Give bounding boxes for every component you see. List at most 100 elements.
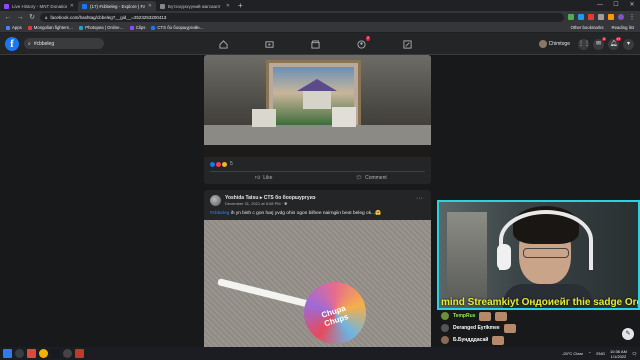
profile-icon[interactable] — [618, 14, 624, 20]
chrome-icon[interactable] — [39, 349, 48, 358]
close-window-icon[interactable]: ✕ — [624, 0, 640, 11]
menu-button[interactable]: ⋮⋮ — [578, 38, 590, 50]
post-actions: 👍︎ Like 💬︎ Comment — [210, 171, 425, 184]
comment-button[interactable]: 💬︎ Comment — [318, 175, 426, 181]
extension-icon[interactable] — [578, 14, 584, 20]
browser-tab[interactable]: Бүтээгдэхүүний жагсаалт ✕ — [156, 1, 234, 11]
chat-username: Deranged Eyrikmee — [453, 325, 500, 331]
bookmark-item[interactable]: Photopea | Online… — [79, 25, 124, 30]
profile-name: Chimtoge — [548, 41, 570, 47]
search-icon[interactable] — [15, 349, 24, 358]
clock[interactable]: 10:36 AM 1/1/2022 — [610, 349, 627, 359]
search-value: #cbbeleg — [33, 40, 55, 47]
reaction-summary[interactable]: 5 — [204, 157, 431, 171]
emote-icon — [479, 311, 492, 321]
bookmark-item[interactable]: CTS бо бооршургийн… — [151, 25, 204, 30]
comment-icon: 💬︎ — [355, 175, 363, 181]
facebook-logo-icon[interactable]: f — [5, 36, 19, 51]
forward-icon[interactable]: → — [16, 14, 24, 21]
messenger-button[interactable]: ✉ 2 — [593, 36, 606, 50]
watch-icon — [264, 40, 274, 48]
headset-earcup — [497, 244, 511, 270]
back-icon[interactable]: ← — [4, 14, 12, 21]
other-bookmarks[interactable]: Other bookmarks — [571, 25, 604, 30]
close-tab-icon[interactable]: ✕ — [148, 3, 152, 9]
card-image — [252, 109, 276, 127]
post-date[interactable]: December 31, 2021 at 5:08 PM · 🌐︎ — [225, 201, 316, 206]
nav-gaming[interactable] — [384, 33, 430, 55]
start-icon[interactable] — [3, 349, 12, 358]
like-reaction-icon — [210, 161, 215, 167]
url-text: facebook.com/hashtag/cbbeleg?__gid__=252… — [50, 14, 167, 20]
bookmarks-right: Other bookmarks Reading list — [571, 25, 634, 30]
obs-icon[interactable] — [63, 349, 72, 358]
extension-icon[interactable] — [598, 14, 604, 20]
language-indicator[interactable]: ENG — [596, 351, 605, 356]
new-tab-button[interactable]: + — [234, 1, 247, 11]
close-tab-icon[interactable]: ✕ — [226, 3, 230, 9]
more-options-icon[interactable]: ··· — [416, 195, 423, 202]
minimize-icon[interactable]: — — [592, 0, 608, 11]
app-icon[interactable] — [75, 349, 84, 358]
post-photo[interactable]: Chupa Chups — [204, 220, 431, 347]
browser-tab[interactable]: Live History - MNT Donation Al… ✕ — [0, 1, 78, 11]
shelf-image — [447, 212, 487, 302]
address-bar[interactable]: 🔒︎ facebook.com/hashtag/cbbeleg?__gid__=… — [40, 12, 564, 22]
like-button[interactable]: 👍︎ Like — [210, 175, 318, 181]
post-photo[interactable] — [204, 55, 431, 145]
groups-icon — [356, 39, 366, 49]
search-icon: ⌕ — [28, 40, 31, 47]
nav-marketplace[interactable] — [292, 33, 338, 55]
close-tab-icon[interactable]: ✕ — [70, 3, 74, 9]
grid-icon: ⋮⋮ — [578, 40, 590, 47]
new-message-button[interactable]: ✎ — [622, 328, 634, 340]
post-2: Yoshida Tatsu ▸ CTS бо бооршургуиэ Decem… — [204, 190, 431, 347]
post-header: Yoshida Tatsu ▸ CTS бо бооршургуиэ Decem… — [204, 190, 431, 208]
notifications-badge: 27 — [615, 36, 621, 41]
bookmark-favicon-icon — [151, 25, 156, 30]
browser-tab-active[interactable]: (17) #cbbeleg - Explore | Faceb… ✕ — [78, 1, 156, 11]
tab-favicon-icon — [4, 3, 9, 9]
extension-icon[interactable] — [568, 14, 574, 20]
weather-status[interactable]: -20°C Clear — [562, 351, 583, 356]
chevron-up-icon[interactable]: ⌃ — [588, 351, 591, 356]
lock-icon: 🔒︎ — [45, 14, 48, 20]
post-text: #cbbeleg ih yn bish c gon harj yvdg ohin… — [210, 211, 382, 216]
groups-badge: 2 — [366, 36, 370, 41]
bookmark-apps[interactable]: Apps — [6, 25, 22, 30]
chat-message: TempRus — [437, 310, 640, 322]
hashtag-link[interactable]: #cbbeleg — [210, 211, 229, 216]
bookmark-favicon-icon — [79, 25, 84, 30]
nav-watch[interactable] — [246, 33, 292, 55]
home-icon — [218, 39, 228, 49]
emote-icon — [495, 311, 508, 321]
avatar[interactable] — [210, 195, 221, 206]
chat-username: TempRus — [453, 313, 476, 319]
system-tray: -20°C Clear ⌃ ENG 10:36 AM 1/1/2022 🗨︎ — [562, 349, 637, 359]
app-icon[interactable] — [27, 349, 36, 358]
reading-list[interactable]: Reading list — [612, 25, 634, 30]
chat-username: Б.Бундддасай — [453, 337, 489, 343]
steam-icon[interactable] — [51, 349, 60, 358]
bookmark-item[interactable]: Clips — [129, 25, 145, 30]
apps-grid-icon — [6, 25, 10, 30]
facebook-search-input[interactable]: ⌕ #cbbeleg — [24, 38, 104, 49]
account-button[interactable]: ▾ — [623, 38, 634, 50]
avatar — [538, 40, 547, 48]
edit-icon: ✎ — [625, 331, 631, 337]
maximize-icon[interactable]: ☐ — [608, 0, 624, 11]
emote-icon — [492, 335, 505, 345]
bookmark-item[interactable]: Mongolian fighters… — [27, 25, 73, 30]
nav-groups[interactable]: 2 — [338, 33, 384, 55]
menu-dots-icon[interactable]: ⋮ — [628, 13, 636, 21]
notifications-button[interactable]: 🔔︎ 27 — [608, 36, 621, 50]
extension-icon[interactable] — [588, 14, 594, 20]
profile-chip[interactable]: Chimtoge — [538, 40, 570, 48]
donation-ticker: mind Streamkiyt Ондоиейг thie sadge Orgi… — [441, 297, 638, 308]
extension-icon[interactable] — [608, 14, 614, 20]
reload-icon[interactable]: ↻ — [28, 13, 36, 21]
notification-center-icon[interactable]: 🗨︎ — [632, 351, 637, 356]
chat-message: Б.Бундддасай — [437, 334, 640, 346]
nav-home[interactable] — [200, 33, 246, 55]
news-feed: 5 👍︎ Like 💬︎ Comment Yoshida Tatsu ▸ CTS б… — [204, 55, 431, 347]
